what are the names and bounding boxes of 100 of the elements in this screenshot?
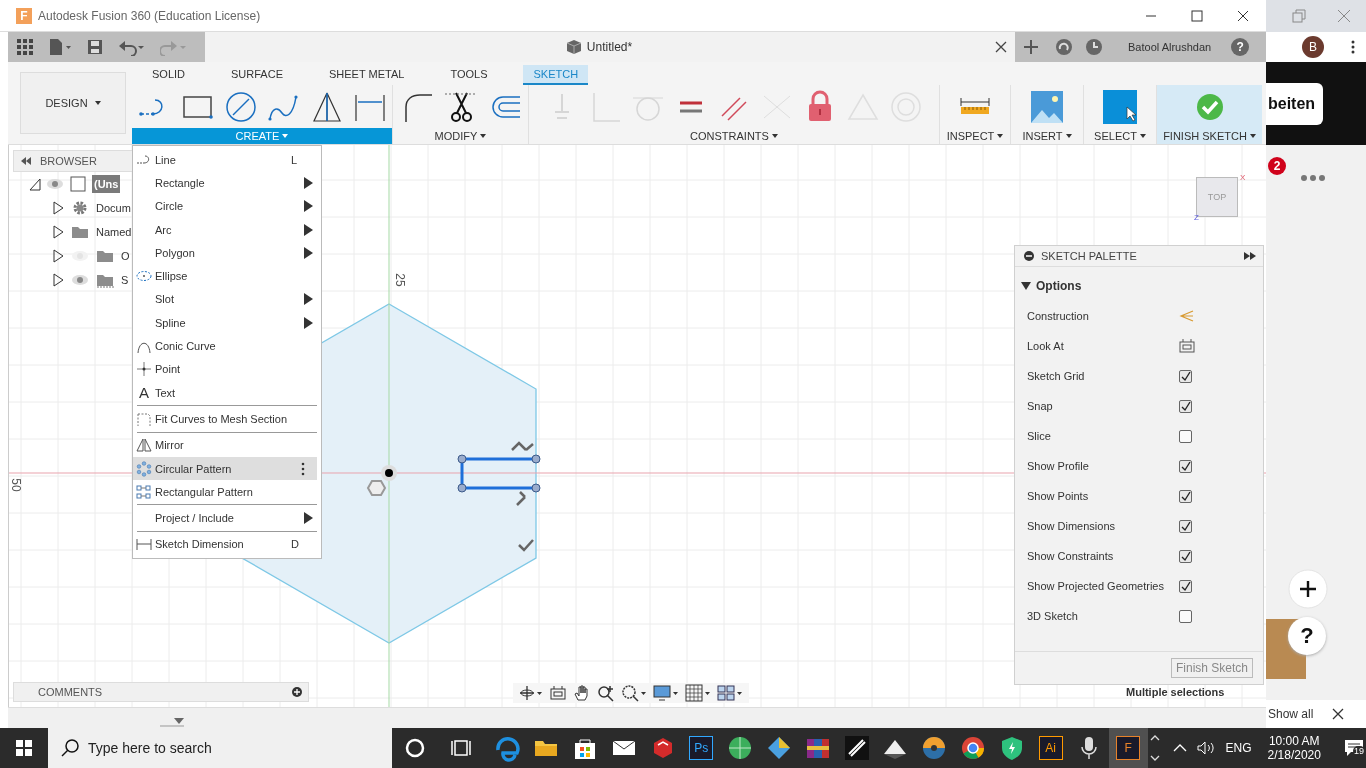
pen-tool-icon[interactable] xyxy=(842,734,871,762)
select-cursor-icon[interactable] xyxy=(1103,89,1137,124)
viewports-icon[interactable] xyxy=(717,684,743,702)
collapse-icon[interactable] xyxy=(20,156,32,166)
collapse-arrow-icon[interactable] xyxy=(1021,281,1031,291)
menu-item[interactable]: Ellipse xyxy=(133,264,321,288)
close-tab-icon[interactable] xyxy=(993,39,1009,55)
checkbox[interactable] xyxy=(1179,429,1192,443)
expand-arrow-icon[interactable] xyxy=(52,249,64,263)
clock-time[interactable]: 10:00 AM xyxy=(1268,734,1320,748)
tree-item[interactable]: (Uns xyxy=(92,175,121,193)
undo-icon[interactable] xyxy=(118,38,146,56)
look-at-icon[interactable] xyxy=(1179,338,1195,354)
expand-arrow-icon[interactable] xyxy=(52,225,64,239)
show-all-link[interactable]: Show all xyxy=(1268,707,1314,721)
menu-item[interactable]: Conic Curve xyxy=(133,334,321,358)
look-at-icon[interactable] xyxy=(549,684,567,702)
origin-point[interactable] xyxy=(381,465,397,481)
toolbar-tab[interactable]: SHEET METAL xyxy=(319,65,415,85)
menu-item[interactable]: Fit Curves to Mesh Section xyxy=(133,407,321,431)
tool-group-dropdown[interactable]: INSPECT xyxy=(940,128,1010,144)
collapse-arrow-icon[interactable] xyxy=(29,177,41,191)
checkbox[interactable] xyxy=(1179,609,1192,623)
menu-item[interactable]: Arc xyxy=(133,217,321,242)
timeline-marker-icon[interactable] xyxy=(160,716,184,728)
menu-item[interactable]: Circle xyxy=(133,194,321,218)
expand-icon[interactable] xyxy=(1243,251,1257,261)
checkbox[interactable] xyxy=(1179,369,1192,383)
tool-group-dropdown[interactable]: CONSTRAINTS xyxy=(529,128,939,144)
expand-arrow-icon[interactable] xyxy=(52,273,64,287)
circle-icon[interactable] xyxy=(223,89,258,124)
checkbox[interactable] xyxy=(1179,579,1192,593)
checkbox[interactable] xyxy=(1179,489,1192,503)
app-logo[interactable]: Ps xyxy=(689,736,714,760)
save-icon[interactable] xyxy=(86,38,104,56)
menu-item[interactable]: Mirror xyxy=(133,433,321,457)
help-button[interactable]: ? xyxy=(1231,38,1250,56)
tree-item[interactable]: Docum xyxy=(96,202,131,214)
tree-item[interactable]: Named xyxy=(96,226,132,238)
menu-item[interactable]: Spline xyxy=(133,311,321,335)
zoom-icon[interactable] xyxy=(597,684,615,702)
clock-date[interactable]: 2/18/2020 xyxy=(1267,748,1321,762)
toolbar-tab[interactable]: TOOLS xyxy=(440,65,498,85)
zoom-window-icon[interactable] xyxy=(621,684,647,702)
display-icon[interactable] xyxy=(653,684,679,702)
expand-arrow-icon[interactable] xyxy=(52,201,64,215)
menu-item[interactable]: Sketch Dimension D xyxy=(133,532,321,557)
menu-item[interactable]: Polygon xyxy=(133,241,321,265)
refresh-icon[interactable] xyxy=(1054,37,1074,57)
page-button[interactable]: beiten xyxy=(1266,82,1324,125)
axis-letter: Z xyxy=(1194,213,1199,222)
checkbox[interactable] xyxy=(1179,459,1192,473)
checkbox[interactable] xyxy=(1179,519,1192,533)
tree-item[interactable]: O xyxy=(121,250,130,262)
grid-menu-icon[interactable] xyxy=(16,38,34,56)
checkbox[interactable] xyxy=(1179,549,1192,563)
workspace-dropdown[interactable]: DESIGN xyxy=(20,72,126,134)
menu-item[interactable]: A Text xyxy=(133,380,321,405)
menu-item[interactable]: Line L xyxy=(133,148,321,172)
app-logo[interactable]: F xyxy=(1116,736,1141,760)
file-icon[interactable] xyxy=(48,38,72,56)
search-field[interactable]: Type here to search xyxy=(48,728,392,768)
menu-item[interactable]: Point xyxy=(133,357,321,381)
clock-icon[interactable] xyxy=(1084,37,1104,57)
pan-hand-icon[interactable] xyxy=(573,684,591,702)
help-button[interactable]: ? xyxy=(1288,617,1326,655)
add-button[interactable] xyxy=(1288,569,1328,609)
eye-icon[interactable] xyxy=(71,273,89,287)
swirl-logo-icon[interactable] xyxy=(493,734,522,762)
menu-item[interactable]: Circular Pattern xyxy=(133,456,317,481)
menu-item-label: Point xyxy=(155,363,182,376)
menu-item[interactable]: Rectangle xyxy=(133,171,321,195)
tool-group-dropdown[interactable]: SELECT xyxy=(1084,128,1156,144)
eye-icon[interactable] xyxy=(46,177,64,191)
menu-item[interactable]: Slot xyxy=(133,287,321,312)
user-name[interactable]: Batool Alrushdan xyxy=(1128,41,1212,53)
tree-item[interactable]: S xyxy=(121,274,129,286)
more-options-icon[interactable] xyxy=(1350,39,1356,55)
language-indicator[interactable]: ENG xyxy=(1225,741,1252,755)
add-comment-icon[interactable] xyxy=(292,687,302,697)
grid-icon[interactable] xyxy=(685,684,711,702)
checkbox[interactable] xyxy=(1179,399,1192,413)
sketch-geometry-drawing[interactable] xyxy=(457,441,541,552)
more-options-icon[interactable] xyxy=(301,461,305,476)
section-title[interactable]: Options xyxy=(1036,279,1082,293)
tool-group-dropdown[interactable]: MODIFY xyxy=(393,128,528,144)
orbit-icon[interactable] xyxy=(519,684,543,702)
option-label: Sketch Grid xyxy=(1027,370,1086,382)
menu-item[interactable]: Project / Include xyxy=(133,506,321,530)
toolbar-tab[interactable]: SOLID xyxy=(142,65,195,85)
tool-group-dropdown[interactable]: INSERT xyxy=(1011,128,1083,144)
notification-count[interactable]: 19 xyxy=(1352,746,1365,756)
app-logo[interactable]: Ai xyxy=(1038,736,1063,760)
toolbar-tab[interactable]: SURFACE xyxy=(221,65,293,85)
menu-item-label: Arc xyxy=(155,223,173,236)
picture-icon[interactable] xyxy=(1030,89,1064,124)
avatar[interactable]: B xyxy=(1302,36,1324,58)
collapse-button[interactable] xyxy=(1023,250,1035,262)
menu-item[interactable]: Rectangular Pattern xyxy=(133,480,321,504)
close-icon[interactable] xyxy=(1331,707,1346,721)
